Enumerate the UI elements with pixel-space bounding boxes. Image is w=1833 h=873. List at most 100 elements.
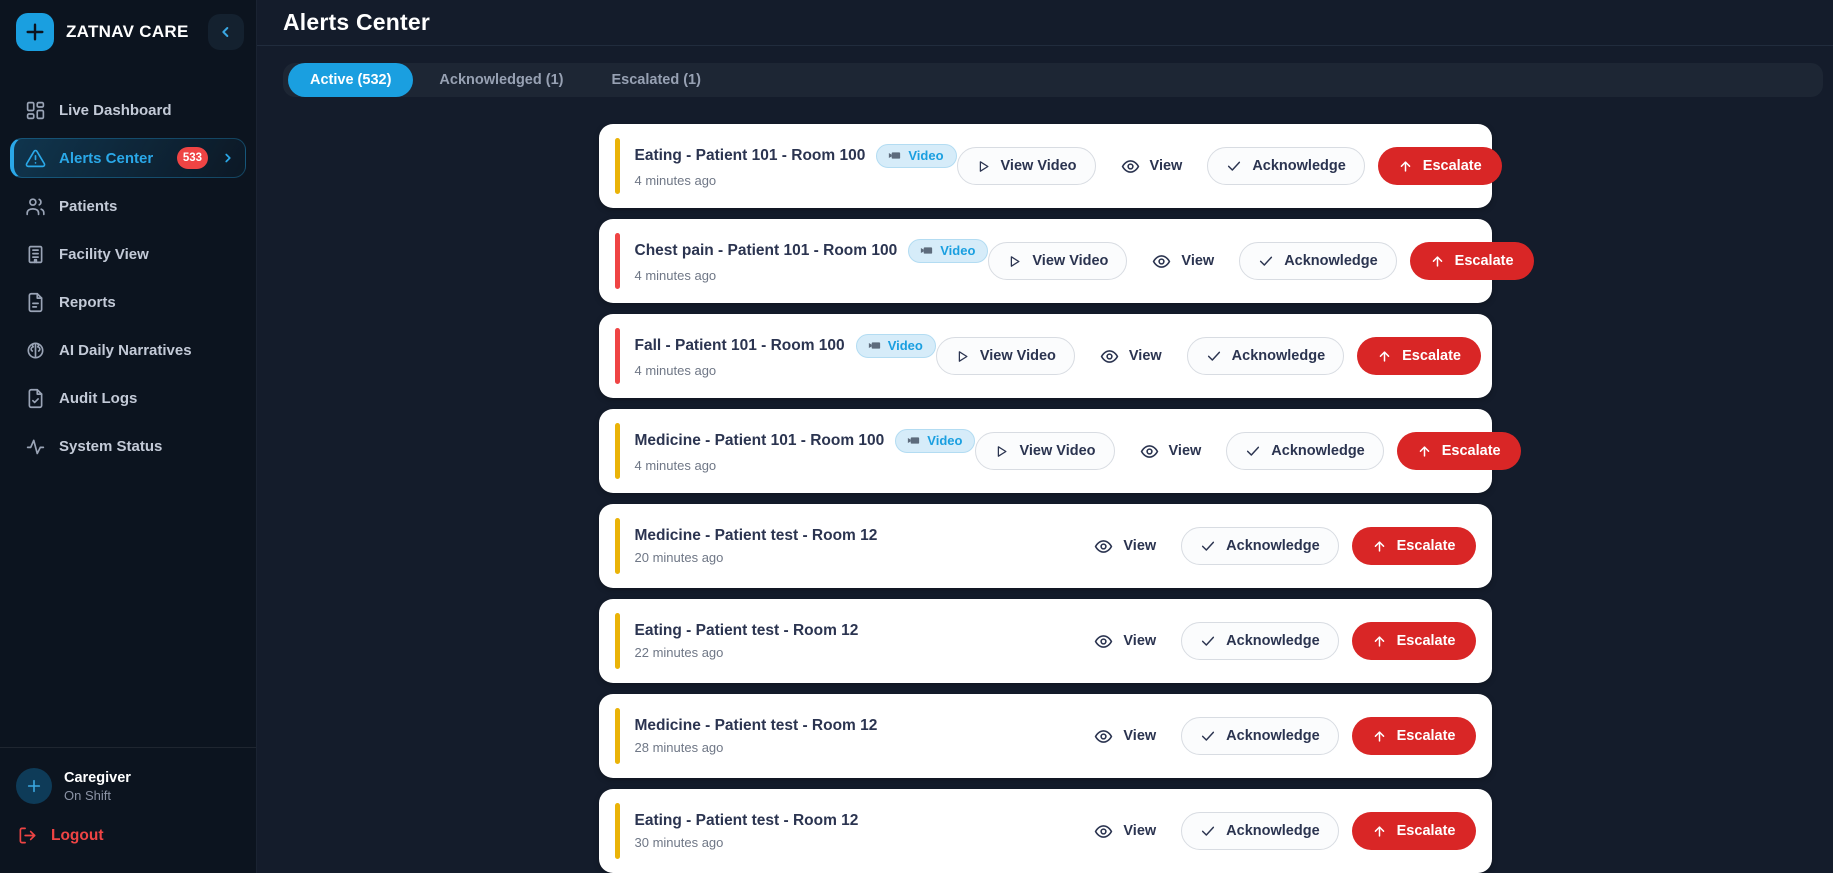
acknowledge-button[interactable]: Acknowledge [1181,812,1339,850]
alert-title: Eating - Patient test - Room 12 [634,622,859,639]
severity-bar [614,708,620,764]
sidebar-item-label: Facility View [59,245,149,263]
sidebar-collapse-button[interactable] [208,14,244,50]
video-badge-label: Video [927,433,963,448]
severity-bar [614,803,620,859]
alert-timestamp: 4 minutes ago [634,173,717,188]
activity-icon [25,436,46,457]
sidebar-item-facility-view[interactable]: Facility View [10,234,246,274]
view-button[interactable]: View [1109,147,1195,185]
sidebar-item-system-status[interactable]: System Status [10,426,246,466]
arrow-up-icon [1372,539,1387,554]
logout-label: Logout [51,826,104,844]
check-icon [1206,348,1222,364]
escalate-button[interactable]: Escalate [1351,527,1476,565]
escalate-button[interactable]: Escalate [1396,432,1521,470]
eye-icon [1152,252,1171,271]
acknowledge-button[interactable]: Acknowledge [1226,432,1384,470]
severity-bar [614,233,620,289]
video-badge: Video [855,334,936,358]
chevron-left-icon [218,24,234,40]
view-button[interactable]: View [1088,337,1174,375]
view-button[interactable]: View [1082,812,1168,850]
eye-icon [1094,822,1113,841]
escalate-button[interactable]: Escalate [1409,242,1534,280]
view-button[interactable]: View [1140,242,1226,280]
view-button[interactable]: View [1082,527,1168,565]
play-icon [976,159,991,174]
alert-title: Medicine - Patient test - Room 12 [634,527,878,544]
sidebar-item-alerts-center[interactable]: Alerts Center 533 [10,138,246,178]
play-icon [955,349,970,364]
escalate-button[interactable]: Escalate [1351,717,1476,755]
alert-timestamp: 4 minutes ago [634,363,717,378]
tab-acknowledged[interactable]: Acknowledged (1) [417,63,585,97]
sidebar-item-label: Patients [59,197,118,215]
alert-title: Fall - Patient 101 - Room 100 [634,337,845,354]
main-area: Alerts Center Active (532) Acknowledged … [257,0,1833,873]
arrow-up-icon [1377,349,1392,364]
sidebar-item-audit-logs[interactable]: Audit Logs [10,378,246,418]
logout-button[interactable]: Logout [16,818,106,853]
building-icon [25,244,46,265]
acknowledge-button[interactable]: Acknowledge [1207,147,1365,185]
sidebar-item-reports[interactable]: Reports [10,282,246,322]
eye-icon [1094,537,1113,556]
escalate-button[interactable]: Escalate [1357,337,1481,375]
arrow-up-icon [1372,634,1387,649]
view-video-button[interactable]: View Video [935,337,1075,375]
brand-logo-plus-icon [16,13,54,51]
brand: ZATNAV CARE [0,0,256,64]
escalate-button[interactable]: Escalate [1351,812,1476,850]
dashboard-icon [25,100,46,121]
view-button[interactable]: View [1082,717,1168,755]
sidebar-item-label: System Status [59,437,163,455]
alert-timestamp: 4 minutes ago [634,458,717,473]
view-video-button[interactable]: View Video [988,242,1128,280]
severity-bar [614,138,620,194]
tab-active[interactable]: Active (532) [288,63,414,97]
acknowledge-button[interactable]: Acknowledge [1186,337,1345,375]
arrow-up-icon [1372,824,1387,839]
sidebar: ZATNAV CARE Live Dashboard Alerts Center… [0,0,257,873]
alert-title: Eating - Patient test - Room 12 [634,812,859,829]
acknowledge-button[interactable]: Acknowledge [1181,717,1339,755]
view-button[interactable]: View [1082,622,1168,660]
check-icon [1258,253,1274,269]
brain-icon [25,340,46,361]
video-badge: Video [876,144,957,168]
view-video-button[interactable]: View Video [956,147,1096,185]
acknowledge-button[interactable]: Acknowledge [1181,527,1339,565]
brand-name: ZATNAV CARE [66,22,189,41]
sidebar-footer: Caregiver On Shift Logout [0,747,256,873]
check-icon [1245,443,1261,459]
user-profile: Caregiver On Shift [16,762,240,818]
sidebar-item-live-dashboard[interactable]: Live Dashboard [10,90,246,130]
sidebar-item-ai-daily-narratives[interactable]: AI Daily Narratives [10,330,246,370]
acknowledge-button[interactable]: Acknowledge [1181,622,1339,660]
file-check-icon [25,388,46,409]
check-icon [1226,158,1242,174]
view-button[interactable]: View [1128,432,1214,470]
eye-icon [1094,632,1113,651]
arrow-up-icon [1398,159,1413,174]
alerts-tabbar: Active (532) Acknowledged (1) Escalated … [283,63,1823,97]
play-icon [994,444,1009,459]
sidebar-item-patients[interactable]: Patients [10,186,246,226]
sidebar-item-label: Audit Logs [59,389,138,407]
alert-timestamp: 22 minutes ago [634,645,724,660]
sidebar-item-label: Reports [59,293,116,311]
check-icon [1200,538,1216,554]
alert-card: Medicine - Patient test - Room 12 28 min… [598,694,1492,778]
tab-escalated[interactable]: Escalated (1) [589,63,722,97]
alert-card: Medicine - Patient test - Room 12 20 min… [598,504,1492,588]
acknowledge-button[interactable]: Acknowledge [1239,242,1397,280]
file-icon [25,292,46,313]
video-camera-icon [919,243,934,258]
alert-card: Fall - Patient 101 - Room 100 Video 4 mi… [598,314,1492,398]
alert-list: Eating - Patient 101 - Room 100 Video 4 … [598,124,1534,873]
escalate-button[interactable]: Escalate [1351,622,1476,660]
view-video-button[interactable]: View Video [975,432,1115,470]
escalate-button[interactable]: Escalate [1377,147,1502,185]
video-camera-icon [867,338,882,353]
